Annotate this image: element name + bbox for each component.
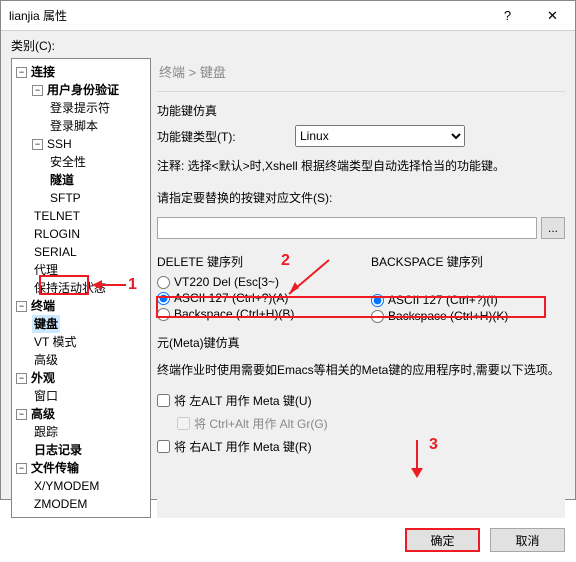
tree-window[interactable]: 窗口	[32, 387, 60, 405]
delete-opt-ascii127-label: ASCII 127 (Ctrl+?)(A)	[174, 291, 288, 305]
close-button[interactable]: ✕	[530, 1, 575, 31]
delete-opt-vt220[interactable]	[157, 276, 170, 289]
tree-xymodem[interactable]: X/YMODEM	[32, 477, 101, 495]
tree-tunnel[interactable]: 隧道	[48, 171, 76, 189]
meta-title: 元(Meta)键仿真	[157, 334, 565, 351]
meta-desc: 终端作业时使用需要如Emacs等相关的Meta键的应用程序时,需要以下选项。	[157, 361, 565, 379]
tree-keyboard[interactable]: 键盘	[32, 315, 60, 333]
tree-keepalive[interactable]: 保持活动状态	[32, 279, 108, 297]
expand-icon[interactable]: −	[16, 463, 27, 474]
fnkey-type-label: 功能键类型(T):	[157, 128, 287, 145]
backspace-opt-backspace-label: Backspace (Ctrl+H)(K)	[388, 309, 508, 323]
replace-file-input[interactable]	[157, 217, 537, 239]
expand-icon[interactable]: −	[16, 373, 27, 384]
tree-ssh[interactable]: SSH	[45, 135, 74, 153]
tree-sftp[interactable]: SFTP	[48, 189, 83, 207]
ok-button[interactable]: 确定	[405, 528, 480, 552]
chk-ctrlalt-altgr-label: 将 Ctrl+Alt 用作 Alt Gr(G)	[194, 415, 328, 432]
chk-left-alt-meta-label: 将 左ALT 用作 Meta 键(U)	[174, 392, 312, 409]
tree-advanced[interactable]: 高级	[32, 351, 60, 369]
delete-opt-ascii127[interactable]	[157, 292, 170, 305]
expand-icon[interactable]: −	[32, 139, 43, 150]
tree-rlogin[interactable]: RLOGIN	[32, 225, 82, 243]
tree-appearance[interactable]: 外观	[29, 369, 57, 387]
delete-opt-backspace-label: Backspace (Ctrl+H)(B)	[174, 307, 294, 321]
backspace-opt-ascii127[interactable]	[371, 294, 384, 307]
breadcrumb: 终端 > 键盘	[157, 58, 565, 92]
tree-loginprompt[interactable]: 登录提示符	[48, 99, 112, 117]
tree-filetransfer[interactable]: 文件传输	[29, 459, 81, 477]
window-title: lianjia 属性	[9, 7, 485, 24]
expand-icon[interactable]: −	[16, 301, 27, 312]
annotation-2: 2	[281, 252, 290, 270]
annotation-1: 1	[128, 276, 137, 294]
section-fnkey-title: 功能键仿真	[157, 102, 565, 119]
tree-tracking[interactable]: 跟踪	[32, 423, 60, 441]
delete-opt-vt220-label: VT220 Del (Esc[3~)	[174, 275, 279, 289]
annotation-3: 3	[429, 436, 438, 454]
chk-right-alt-meta-label: 将 右ALT 用作 Meta 键(R)	[174, 438, 312, 455]
expand-icon[interactable]: −	[32, 85, 43, 96]
tree-serial[interactable]: SERIAL	[32, 243, 79, 261]
tree-security[interactable]: 安全性	[48, 153, 88, 171]
expand-icon[interactable]: −	[16, 67, 27, 78]
tree-loginscript[interactable]: 登录脚本	[48, 117, 100, 135]
tree-advanced2[interactable]: 高级	[29, 405, 57, 423]
backspace-opt-ascii127-label: ASCII 127 (Ctrl+?)(I)	[388, 293, 498, 307]
cancel-button[interactable]: 取消	[490, 528, 565, 552]
backspace-opt-backspace[interactable]	[371, 310, 384, 323]
delete-group-title: DELETE 键序列	[157, 253, 351, 270]
chk-ctrlalt-altgr	[177, 417, 190, 430]
fnkey-hint: 注释: 选择<默认>时,Xshell 根据终端类型自动选择恰当的功能键。	[157, 157, 565, 175]
browse-button[interactable]: ...	[541, 217, 565, 239]
tree-vtmode[interactable]: VT 模式	[32, 333, 78, 351]
delete-opt-backspace[interactable]	[157, 308, 170, 321]
tree-terminal[interactable]: 终端	[29, 297, 57, 315]
tree-zmodem[interactable]: ZMODEM	[32, 495, 89, 513]
chk-left-alt-meta[interactable]	[157, 394, 170, 407]
expand-icon[interactable]: −	[16, 409, 27, 420]
tree-conn[interactable]: 连接	[29, 63, 57, 81]
titlebar: lianjia 属性 ? ✕	[1, 1, 575, 31]
chk-right-alt-meta[interactable]	[157, 440, 170, 453]
tree-logging[interactable]: 日志记录	[32, 441, 84, 459]
tree-userauth[interactable]: 用户身份验证	[45, 81, 121, 99]
tree-telnet[interactable]: TELNET	[32, 207, 82, 225]
tree-proxy[interactable]: 代理	[32, 261, 60, 279]
backspace-group-title: BACKSPACE 键序列	[371, 253, 565, 270]
fnkey-type-select[interactable]: Linux	[295, 125, 465, 147]
help-button[interactable]: ?	[485, 1, 530, 31]
category-label: 类别(C):	[11, 37, 565, 54]
replace-file-label: 请指定要替换的按键对应文件(S):	[157, 189, 565, 207]
